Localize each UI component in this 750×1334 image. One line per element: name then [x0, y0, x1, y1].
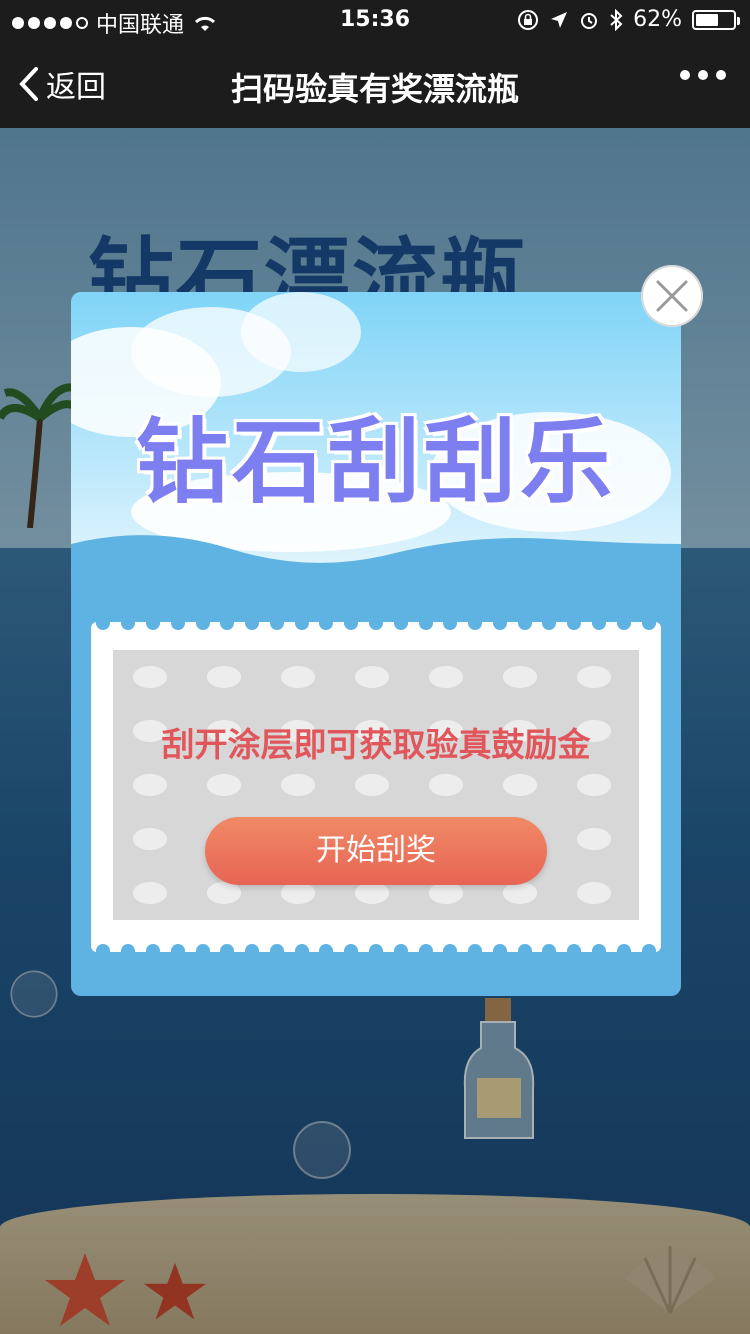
close-button[interactable] — [641, 265, 703, 327]
status-bar: 中国联通 15:36 62% — [0, 0, 750, 40]
scratch-card-modal: 钻石刮刮乐 刮开涂层即可获取验真鼓励金 开始刮奖 — [71, 292, 681, 996]
page-title: 扫码验真有奖漂流瓶 — [230, 70, 519, 108]
alarm-icon — [581, 12, 598, 29]
bluetooth-icon — [610, 8, 623, 31]
status-right: 62% — [517, 7, 740, 32]
battery-icon — [692, 9, 740, 30]
battery-percent: 62% — [633, 7, 682, 32]
start-scratch-button[interactable]: 开始刮奖 — [205, 817, 547, 885]
more-icon — [680, 70, 690, 80]
nav-bar: 返回 扫码验真有奖漂流瓶 — [0, 40, 750, 128]
location-arrow-icon — [551, 11, 568, 28]
orientation-lock-icon — [518, 9, 539, 30]
close-icon — [656, 280, 688, 312]
modal-title: 钻石刮刮乐 — [135, 409, 616, 516]
scratch-hint: 刮开涂层即可获取验真鼓励金 — [161, 725, 591, 764]
ticket-edge-bottom — [91, 944, 661, 958]
battery-fill — [696, 13, 719, 26]
more-options-button[interactable] — [680, 70, 726, 80]
ticket-edge-top — [91, 616, 661, 630]
scratch-area[interactable]: 刮开涂层即可获取验真鼓励金 开始刮奖 — [113, 650, 639, 920]
wave-divider — [71, 535, 681, 604]
